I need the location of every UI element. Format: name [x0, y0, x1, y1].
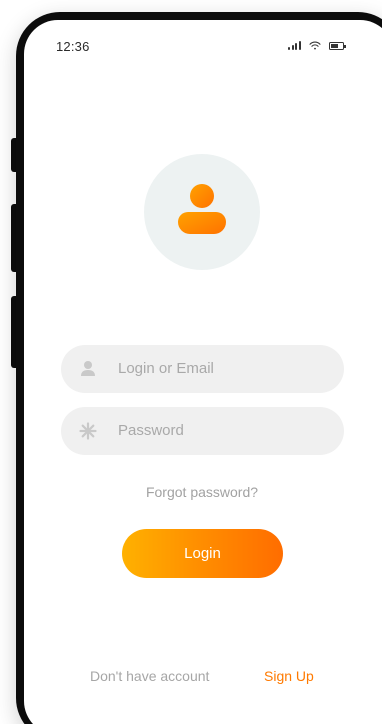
login-button[interactable]: Login — [122, 529, 283, 578]
battery-icon — [328, 41, 346, 50]
app-stage: 12:36 Login or Email Password Forgot pas… — [0, 0, 382, 724]
user-icon — [178, 184, 226, 234]
user-icon — [81, 361, 95, 376]
login-email-field[interactable]: Login or Email — [61, 345, 344, 393]
asterisk-icon — [79, 422, 97, 440]
forgot-password-link[interactable]: Forgot password? — [24, 484, 380, 500]
password-placeholder: Password — [118, 422, 184, 439]
sign-up-link[interactable]: Sign Up — [264, 668, 314, 684]
avatar — [144, 154, 260, 270]
wifi-icon — [308, 41, 321, 50]
password-field[interactable]: Password — [61, 407, 344, 455]
login-email-placeholder: Login or Email — [118, 360, 214, 377]
signal-icon — [288, 41, 301, 50]
no-account-text: Don't have account — [90, 668, 210, 684]
status-time: 12:36 — [56, 39, 90, 54]
status-icons — [288, 41, 346, 50]
login-screen: 12:36 Login or Email Password Forgot pas… — [24, 20, 382, 724]
